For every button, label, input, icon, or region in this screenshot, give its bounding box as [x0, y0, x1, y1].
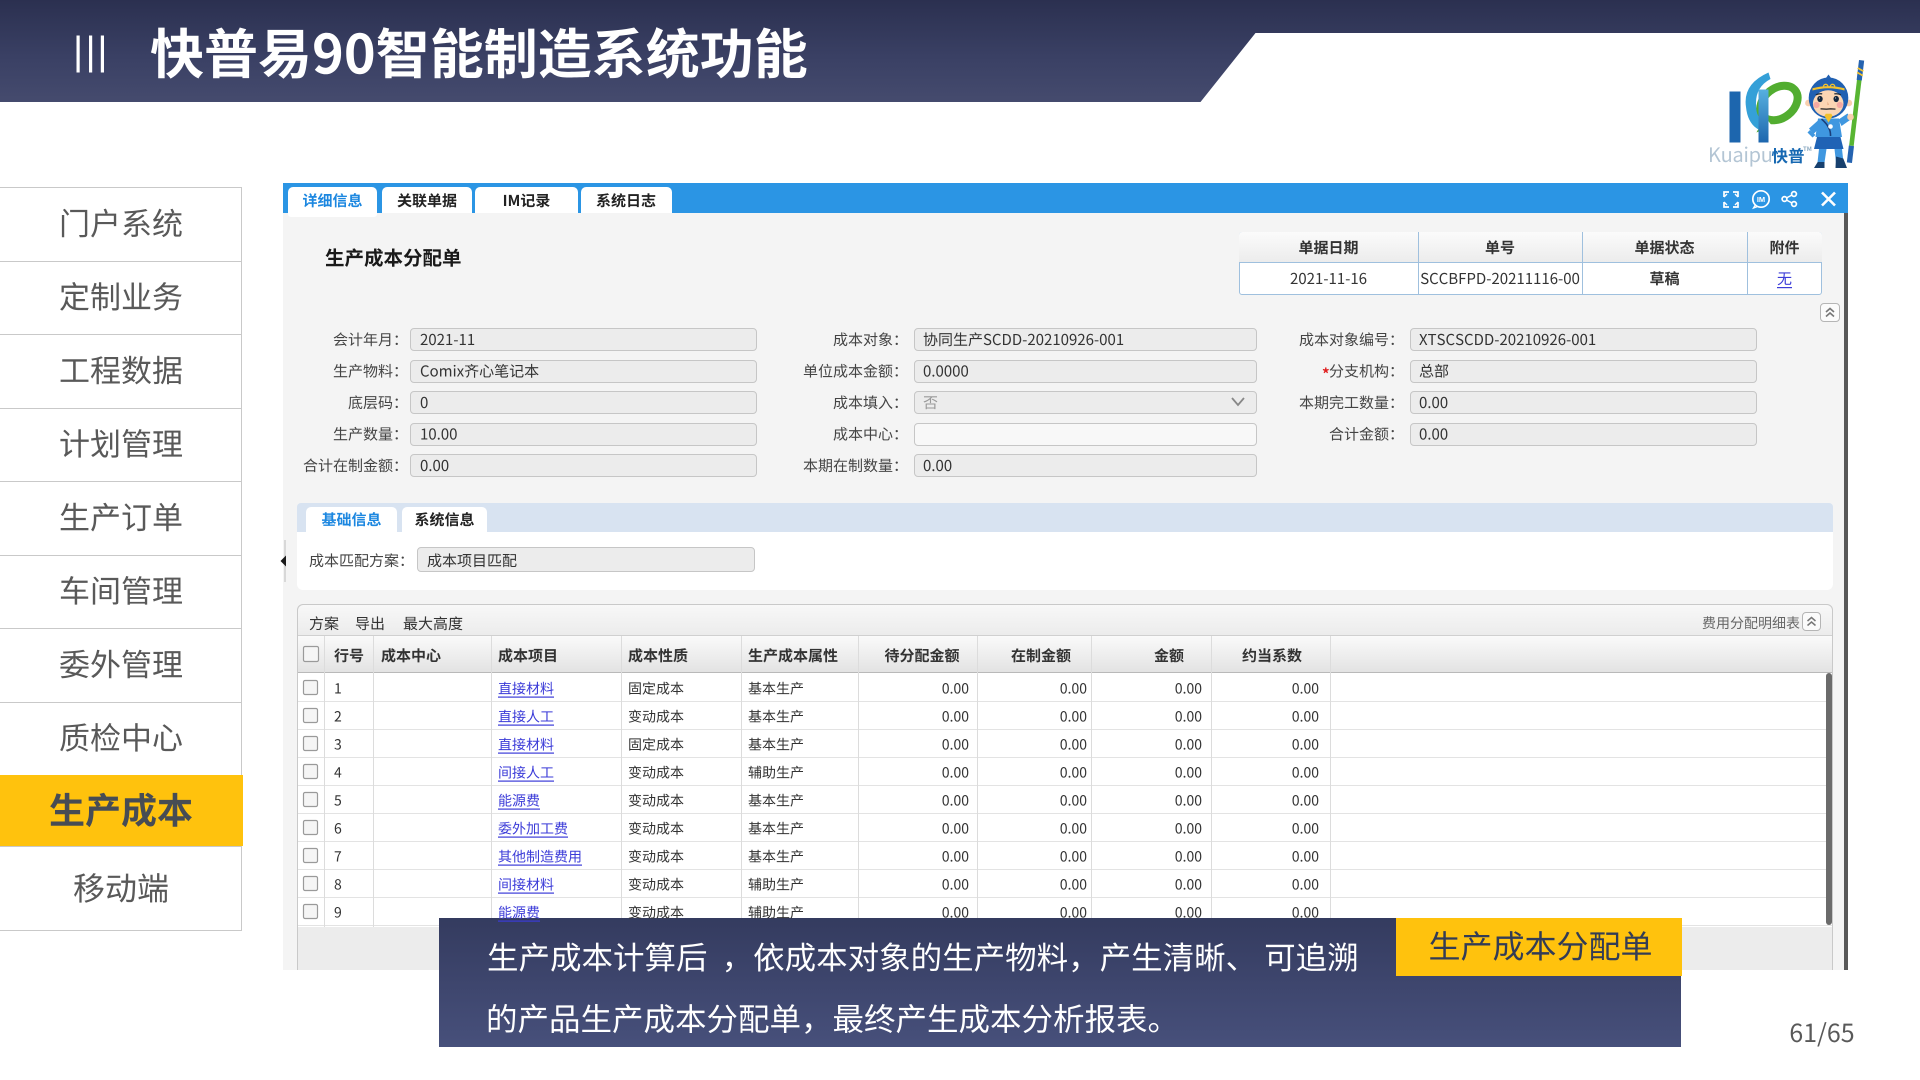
svg-text:IM: IM	[1757, 195, 1765, 204]
